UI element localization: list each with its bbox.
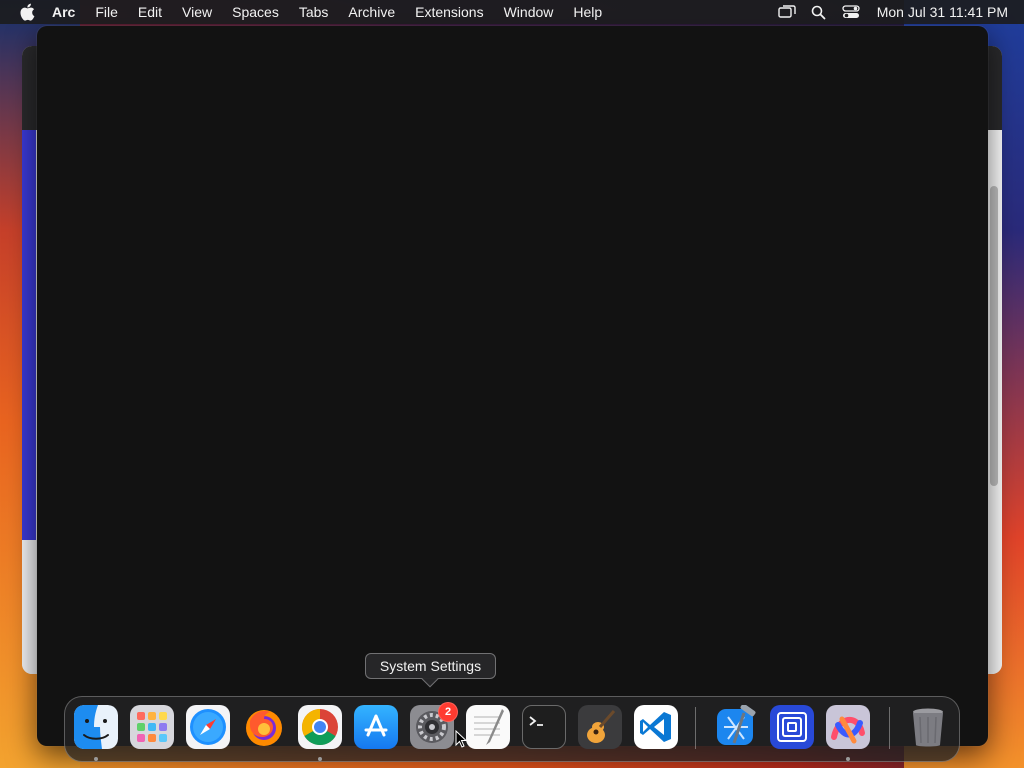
trash-icon[interactable] bbox=[906, 705, 950, 749]
chrome-running-indicator bbox=[318, 757, 322, 761]
menu-window[interactable]: Window bbox=[494, 0, 564, 24]
terminal-icon[interactable] bbox=[522, 705, 566, 749]
menu-help[interactable]: Help bbox=[563, 0, 612, 24]
menu-tabs[interactable]: Tabs bbox=[289, 0, 339, 24]
xcode-icon[interactable] bbox=[714, 705, 758, 749]
menu-archive[interactable]: Archive bbox=[338, 0, 405, 24]
apple-menu-icon[interactable] bbox=[16, 0, 38, 24]
textedit-icon[interactable] bbox=[466, 705, 510, 749]
arc-browser-window[interactable] bbox=[37, 26, 988, 746]
chrome-icon[interactable] bbox=[298, 705, 342, 749]
dock bbox=[64, 696, 960, 762]
dock-tooltip: System Settings bbox=[365, 653, 496, 688]
mouse-cursor-icon bbox=[455, 730, 467, 748]
launchpad-icon[interactable] bbox=[130, 705, 174, 749]
dock-separator bbox=[695, 707, 696, 749]
search-icon[interactable] bbox=[803, 0, 835, 24]
finder-icon[interactable] bbox=[74, 705, 118, 749]
arc-running-indicator bbox=[846, 757, 850, 761]
safari-icon[interactable] bbox=[186, 705, 230, 749]
menu-file[interactable]: File bbox=[85, 0, 128, 24]
menu-bar-status-area: Mon Jul 31 11:41 PM bbox=[771, 0, 1024, 24]
menu-bar: Arc File Edit View Spaces Tabs Archive E… bbox=[0, 0, 1024, 24]
background-window-sidebar-lower bbox=[22, 540, 36, 674]
finder-running-indicator bbox=[94, 757, 98, 761]
firefox-icon[interactable] bbox=[242, 705, 286, 749]
menu-view[interactable]: View bbox=[172, 0, 222, 24]
arc-icon[interactable] bbox=[826, 705, 870, 749]
screen-mirroring-icon[interactable] bbox=[771, 0, 803, 24]
menu-app-name[interactable]: Arc bbox=[38, 0, 85, 24]
menu-spaces[interactable]: Spaces bbox=[222, 0, 289, 24]
background-window-sidebar-accent bbox=[22, 130, 36, 540]
simulator-icon[interactable] bbox=[770, 705, 814, 749]
system-settings-badge: 2 bbox=[438, 702, 458, 722]
background-window-scrollbar[interactable] bbox=[990, 186, 998, 486]
menu-extensions[interactable]: Extensions bbox=[405, 0, 493, 24]
dock-separator-trash bbox=[889, 707, 890, 749]
garageband-icon[interactable] bbox=[578, 705, 622, 749]
app-store-icon[interactable] bbox=[354, 705, 398, 749]
vscode-icon[interactable] bbox=[634, 705, 678, 749]
menu-edit[interactable]: Edit bbox=[128, 0, 172, 24]
menu-bar-clock[interactable]: Mon Jul 31 11:41 PM bbox=[867, 4, 1008, 20]
control-center-icon[interactable] bbox=[835, 0, 867, 24]
